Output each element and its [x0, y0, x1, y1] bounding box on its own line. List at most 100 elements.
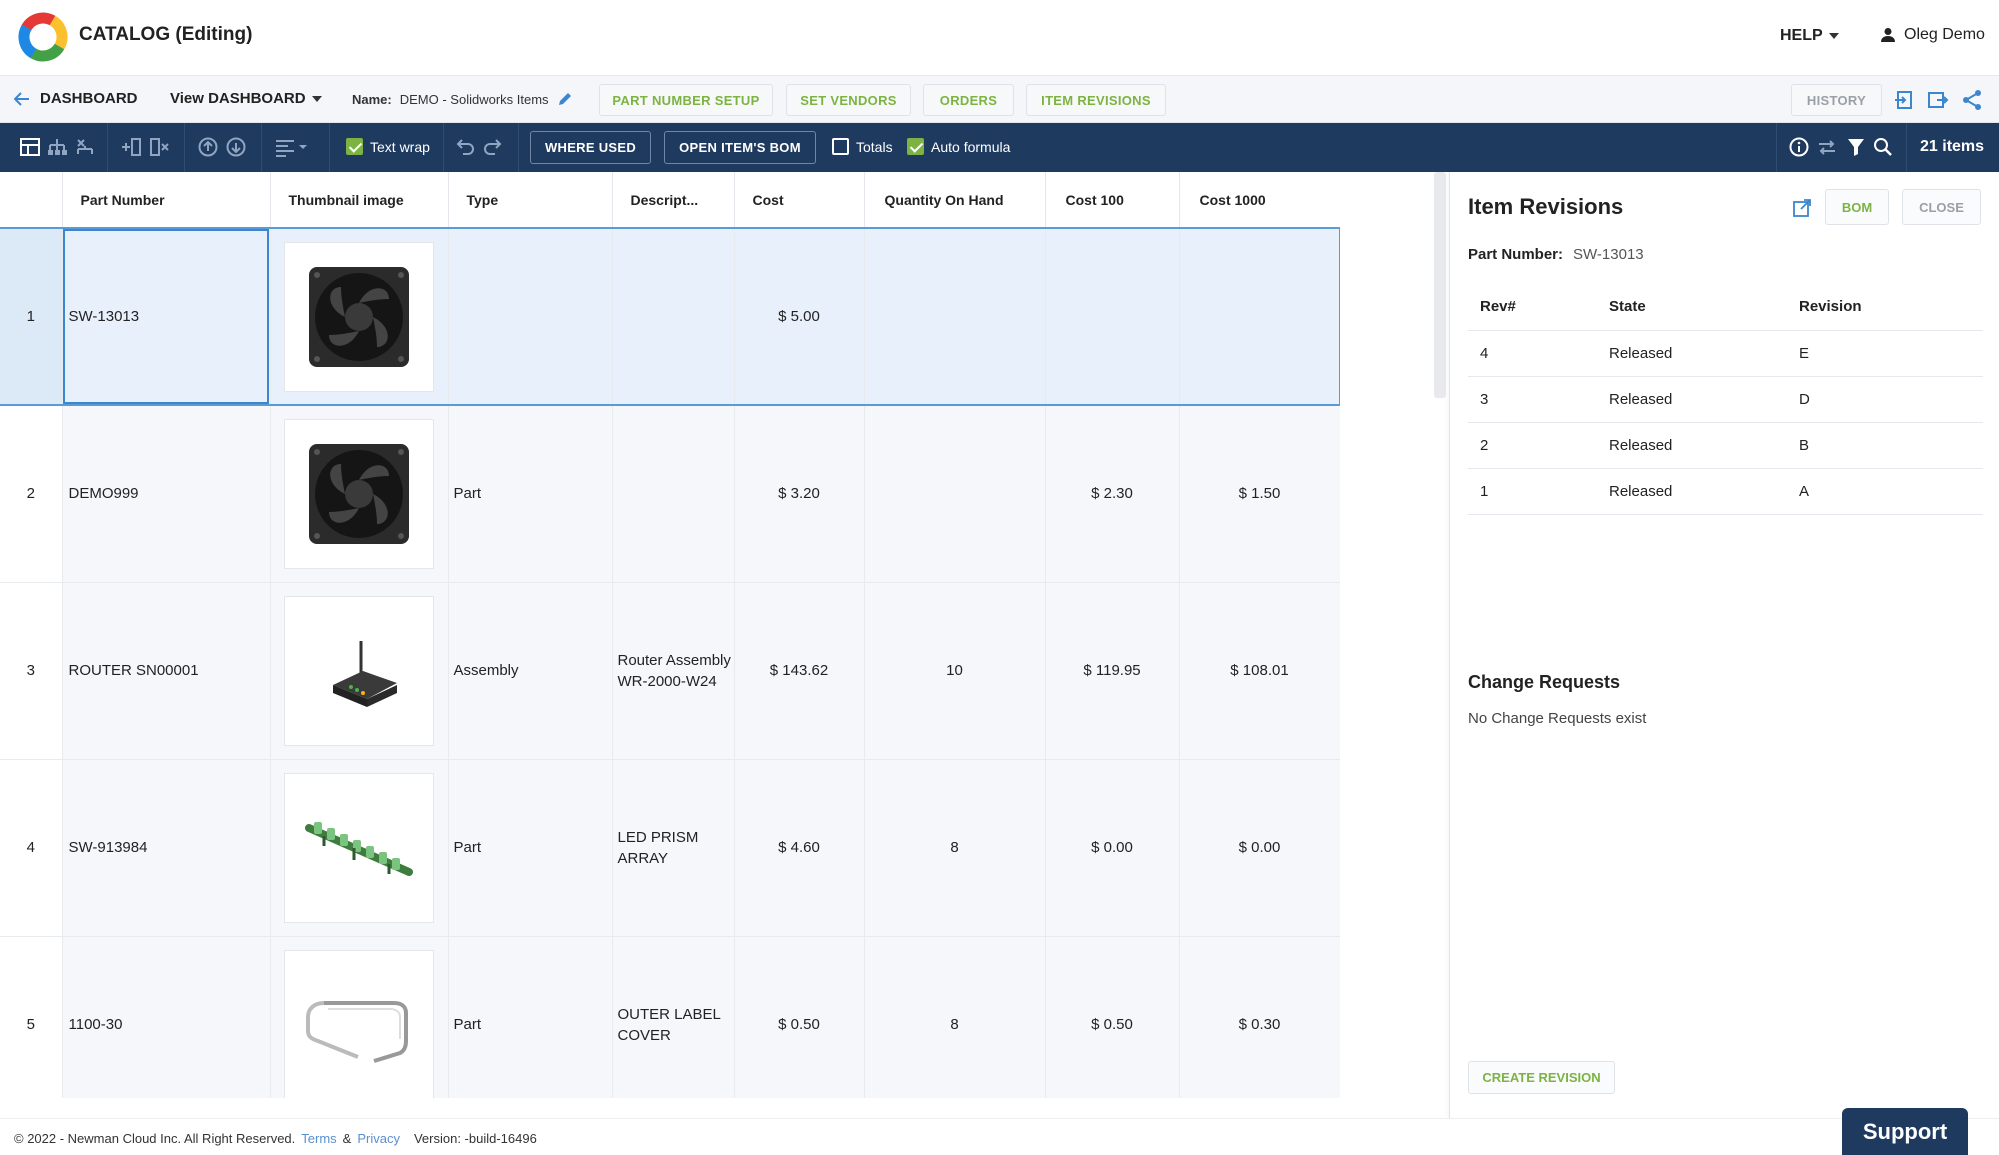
support-button[interactable]: Support [1842, 1108, 1968, 1155]
move-up-icon[interactable] [197, 136, 219, 158]
hierarchy-icon[interactable] [46, 136, 68, 158]
quantity-cell[interactable] [864, 227, 1046, 406]
type-cell[interactable]: Part [448, 759, 613, 937]
type-cell[interactable]: Part [448, 936, 613, 1098]
share-icon[interactable] [1961, 89, 1983, 111]
table-row[interactable]: 5 1100-30 Part OUTER LABEL COVER $ 0.50 … [0, 936, 1340, 1098]
description-cell[interactable] [612, 227, 735, 406]
cost-1000-cell[interactable] [1179, 227, 1340, 406]
export-icon[interactable] [1927, 89, 1949, 111]
part-number-cell[interactable]: DEMO999 [62, 405, 271, 583]
table-row[interactable]: 1 SW-13013 $ 5.00 [0, 227, 1340, 406]
thumbnail-cell[interactable] [270, 582, 449, 760]
cost-1000-cell[interactable]: $ 0.30 [1179, 936, 1340, 1098]
cost-cell[interactable]: $ 143.62 [734, 582, 865, 760]
column-header-cost-100[interactable]: Cost 100 [1045, 172, 1180, 229]
auto-formula-toggle[interactable]: Auto formula [907, 138, 1010, 155]
cost-1000-cell[interactable]: $ 108.01 [1179, 582, 1340, 760]
open-items-bom-button[interactable]: OPEN ITEM'S BOM [664, 131, 816, 164]
insert-column-icon[interactable] [120, 136, 142, 158]
where-used-button[interactable]: WHERE USED [530, 131, 651, 164]
cost-1000-cell[interactable]: $ 1.50 [1179, 405, 1340, 583]
thumbnail-cell[interactable] [270, 936, 449, 1098]
chevron-down-icon[interactable] [297, 136, 309, 158]
revision-row[interactable]: 2 Released B [1468, 422, 1983, 469]
thumbnail-cell[interactable] [270, 759, 449, 937]
cost-1000-cell[interactable]: $ 0.00 [1179, 759, 1340, 937]
table-row[interactable]: 2 DEMO999 Part $ 3.20 $ 2.30 $ 1.50 [0, 405, 1340, 583]
cost-100-cell[interactable]: $ 0.00 [1045, 759, 1180, 937]
table-row[interactable]: 4 SW-913984 Part LED PRISM ARRAY $ 4.60 … [0, 759, 1340, 937]
cost-cell[interactable]: $ 0.50 [734, 936, 865, 1098]
history-button[interactable]: HISTORY [1791, 84, 1882, 116]
redo-icon[interactable] [482, 136, 504, 158]
undo-icon[interactable] [454, 136, 476, 158]
totals-checkbox[interactable] [832, 138, 849, 155]
auto-formula-checkbox[interactable] [907, 138, 924, 155]
search-icon[interactable] [1872, 136, 1894, 158]
open-external-icon[interactable] [1792, 198, 1812, 218]
thumbnail-cell[interactable] [270, 405, 449, 583]
column-header-part-number[interactable]: Part Number [62, 172, 271, 229]
view-selector[interactable]: View DASHBOARD [170, 90, 322, 107]
cost-100-cell[interactable] [1045, 227, 1180, 406]
move-down-icon[interactable] [225, 136, 247, 158]
cost-cell[interactable]: $ 4.60 [734, 759, 865, 937]
create-revision-button[interactable]: CREATE REVISION [1468, 1061, 1615, 1094]
item-revisions-button[interactable]: ITEM REVISIONS [1026, 84, 1166, 116]
cost-cell[interactable]: $ 3.20 [734, 405, 865, 583]
column-header-cost[interactable]: Cost [734, 172, 865, 229]
revision-row[interactable]: 1 Released A [1468, 468, 1983, 515]
grid-scrollbar[interactable] [1434, 172, 1446, 398]
quantity-cell[interactable]: 8 [864, 936, 1046, 1098]
thumbnail-cell[interactable] [270, 227, 449, 406]
user-menu[interactable]: Oleg Demo [1880, 26, 1985, 44]
part-number-cell[interactable]: SW-913984 [62, 759, 271, 937]
column-header-cost-1000[interactable]: Cost 1000 [1179, 172, 1340, 229]
type-cell[interactable]: Part [448, 405, 613, 583]
info-icon[interactable] [1788, 136, 1810, 158]
layout-icon[interactable] [19, 136, 41, 158]
quantity-cell[interactable] [864, 405, 1046, 583]
part-number-cell[interactable]: 1100-30 [62, 936, 271, 1098]
privacy-link[interactable]: Privacy [357, 1131, 400, 1146]
type-cell[interactable] [448, 227, 613, 406]
cost-100-cell[interactable]: $ 0.50 [1045, 936, 1180, 1098]
back-to-dashboard-link[interactable]: DASHBOARD [14, 90, 138, 107]
revision-row[interactable]: 4 Released E [1468, 330, 1983, 377]
close-panel-button[interactable]: CLOSE [1902, 189, 1981, 225]
swap-icon[interactable] [1816, 136, 1838, 158]
type-cell[interactable]: Assembly [448, 582, 613, 760]
cost-cell[interactable]: $ 5.00 [734, 227, 865, 406]
text-wrap-toggle[interactable]: Text wrap [346, 138, 430, 155]
description-cell[interactable]: OUTER LABEL COVER [612, 936, 735, 1098]
description-cell[interactable] [612, 405, 735, 583]
description-cell[interactable]: LED PRISM ARRAY [612, 759, 735, 937]
column-header-description[interactable]: Descript... [612, 172, 735, 229]
help-menu[interactable]: HELP [1780, 27, 1839, 45]
hierarchy-remove-icon[interactable] [74, 136, 96, 158]
column-header-thumbnail[interactable]: Thumbnail image [270, 172, 449, 229]
set-vendors-button[interactable]: SET VENDORS [786, 84, 911, 116]
part-number-setup-button[interactable]: PART NUMBER SETUP [599, 84, 773, 116]
cost-100-cell[interactable]: $ 119.95 [1045, 582, 1180, 760]
totals-toggle[interactable]: Totals [832, 138, 893, 155]
column-header-quantity-on-hand[interactable]: Quantity On Hand [864, 172, 1046, 229]
orders-button[interactable]: ORDERS [923, 84, 1014, 116]
text-wrap-checkbox[interactable] [346, 138, 363, 155]
description-cell[interactable]: Router Assembly WR-2000-W24 [612, 582, 735, 760]
column-header-type[interactable]: Type [448, 172, 613, 229]
quantity-cell[interactable]: 8 [864, 759, 1046, 937]
align-icon[interactable] [274, 136, 296, 158]
import-icon[interactable] [1893, 89, 1915, 111]
cost-100-cell[interactable]: $ 2.30 [1045, 405, 1180, 583]
bom-button[interactable]: BOM [1825, 189, 1889, 225]
delete-column-icon[interactable] [149, 136, 171, 158]
terms-link[interactable]: Terms [301, 1131, 336, 1146]
filter-icon[interactable] [1845, 136, 1867, 158]
part-number-cell[interactable]: ROUTER SN00001 [62, 582, 271, 760]
quantity-cell[interactable]: 10 [864, 582, 1046, 760]
part-number-cell[interactable]: SW-13013 [62, 227, 271, 406]
table-row[interactable]: 3 ROUTER SN00001 Assembly Router Assembl… [0, 582, 1340, 760]
revision-row[interactable]: 3 Released D [1468, 376, 1983, 423]
